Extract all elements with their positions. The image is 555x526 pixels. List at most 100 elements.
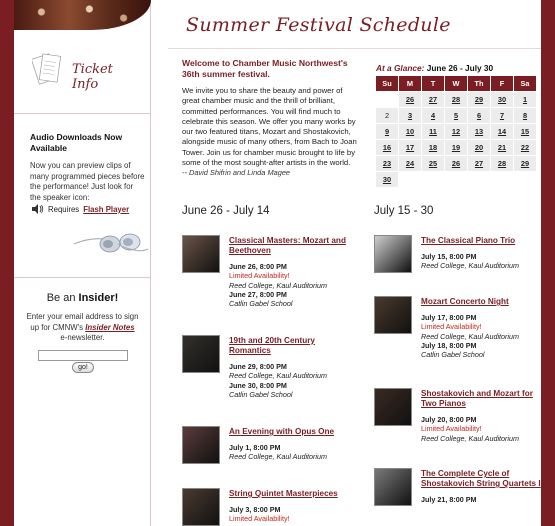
calendar-day-link[interactable]: 13: [468, 124, 490, 139]
event-title-link[interactable]: The Classical Piano Trio: [421, 236, 541, 246]
calendar-empty-cell: [514, 172, 536, 187]
calendar-day-link[interactable]: 30: [376, 172, 398, 187]
event-venue: Catlin Gabel School: [229, 389, 293, 399]
calendar-day-link[interactable]: 12: [445, 124, 467, 139]
event-date: July 15, 8:00 PM: [421, 252, 477, 261]
calendar-day-link[interactable]: 11: [422, 124, 444, 139]
calendar-day-header: Th: [468, 76, 490, 91]
calendar-day-link[interactable]: 16: [376, 140, 398, 155]
calendar-empty-cell: [491, 172, 513, 187]
ticket-info-label: Ticket Info: [72, 62, 113, 92]
insider-signup: Be an Insider! Enter your email address …: [14, 292, 151, 344]
event-thumbnail[interactable]: [374, 235, 412, 273]
event-item: Classical Masters: Mozart and Beethoven J…: [182, 235, 357, 308]
calendar-day-link[interactable]: 17: [399, 140, 421, 155]
event-title-link[interactable]: The Complete Cycle of Shostakovich Strin…: [421, 469, 541, 489]
insider-text-end: e-newsletter.: [60, 333, 105, 342]
calendar-day-link[interactable]: 3: [399, 108, 421, 123]
calendar-day-link[interactable]: 30: [491, 92, 513, 107]
event-date: June 27, 8:00 PM: [229, 289, 287, 299]
calendar-day-link[interactable]: 18: [422, 140, 444, 155]
event-thumbnail[interactable]: [374, 388, 412, 426]
event-title-link[interactable]: 19th and 20th Century Romantics: [229, 336, 355, 356]
event-item: An Evening with Opus One July 1, 8:00 PM R…: [182, 426, 357, 484]
event-thumbnail[interactable]: [182, 488, 220, 526]
event-thumbnail[interactable]: [182, 235, 220, 273]
event-title-link[interactable]: String Quintet Masterpieces: [229, 489, 355, 499]
calendar-day-link[interactable]: 27: [422, 92, 444, 107]
event-date: June 29, 8:00 PM: [229, 362, 287, 371]
calendar-day-link[interactable]: 8: [514, 108, 536, 123]
calendar-day-link[interactable]: 26: [445, 156, 467, 171]
event-thumbnail[interactable]: [374, 296, 412, 334]
audio-downloads-title: Audio Downloads Now Available: [30, 132, 123, 153]
event-venue: Reed College, Kaul Auditorium: [229, 371, 328, 381]
calendar-day-link[interactable]: 23: [376, 156, 398, 171]
event-date: June 30, 8:00 PM: [229, 380, 287, 390]
event-venue: Reed College, Kaul Auditorium: [421, 433, 520, 443]
title-divider: [168, 48, 541, 49]
email-input[interactable]: [38, 350, 128, 361]
ticket-info-link[interactable]: Ticket Info: [32, 50, 142, 94]
calendar-day-link[interactable]: 7: [491, 108, 513, 123]
calendar-day-link[interactable]: 9: [376, 124, 398, 139]
calendar-empty-cell: [422, 172, 444, 187]
calendar-day-header: W: [445, 76, 467, 91]
calendar-day-link[interactable]: 28: [445, 92, 467, 107]
calendar-day-link[interactable]: 25: [422, 156, 444, 171]
event-thumbnail[interactable]: [374, 468, 412, 506]
speaker-icon: [32, 204, 44, 214]
event-venue: Catlin Gabel School: [421, 350, 485, 360]
calendar-day: 2: [376, 108, 398, 123]
intro-text: We invite you to share the beauty and po…: [182, 86, 357, 168]
event-title-link[interactable]: Shostakovich and Mozart for Two Pianos: [421, 389, 541, 409]
header-photo: [14, 0, 151, 30]
calendar-day-link[interactable]: 26: [399, 92, 421, 107]
calendar-day-link[interactable]: 15: [514, 124, 536, 139]
event-title-link[interactable]: Mozart Concerto Night: [421, 297, 541, 307]
signature: -- David Shifrin and Linda Magee: [182, 168, 291, 177]
headphones-icon: [73, 233, 149, 253]
event-venue: Catlin Gabel School: [229, 299, 293, 309]
flash-requirement: Requires Flash Player: [32, 204, 147, 214]
calendar-day-link[interactable]: 28: [491, 156, 513, 171]
column-heading-june: June 26 - July 14: [182, 205, 270, 217]
go-button[interactable]: go!: [72, 362, 94, 373]
calendar-day-link[interactable]: 29: [514, 156, 536, 171]
calendar-day-link[interactable]: 21: [491, 140, 513, 155]
insider-notes-link[interactable]: Insider Notes: [85, 323, 134, 332]
requires-label: Requires: [48, 204, 80, 214]
event-item: String Quintet Masterpieces July 3, 8:00 …: [182, 488, 357, 526]
calendar-day-link[interactable]: 10: [399, 124, 421, 139]
insider-bold: Insider!: [78, 292, 119, 304]
event-item: The Classical Piano Trio July 15, 8:00 PM…: [374, 235, 541, 293]
calendar-day-header: Su: [376, 76, 398, 91]
calendar-day-link[interactable]: 27: [468, 156, 490, 171]
event-venue: Reed College, Kaul Auditorium: [421, 261, 520, 271]
ticket-icon: [32, 53, 62, 85]
sidebar-divider: [14, 277, 151, 278]
event-title-link[interactable]: Classical Masters: Mozart and Beethoven: [229, 236, 355, 256]
calendar-day-link[interactable]: 14: [491, 124, 513, 139]
calendar-day-link[interactable]: 5: [445, 108, 467, 123]
event-thumbnail[interactable]: [182, 426, 220, 464]
calendar-day-link[interactable]: 6: [468, 108, 490, 123]
glance-range: June 26 - July 30: [426, 63, 494, 73]
sidebar: Ticket Info Audio Downloads Now Availabl…: [14, 0, 151, 526]
calendar-empty-cell: [376, 92, 398, 107]
calendar-day-link[interactable]: 1: [514, 92, 536, 107]
availability-warning: Limited Availability!: [229, 514, 290, 524]
column-heading-july: July 15 - 30: [374, 205, 434, 217]
event-venue: Reed College, Kaul Auditorium: [229, 280, 328, 290]
event-item: The Complete Cycle of Shostakovich Strin…: [374, 468, 541, 526]
glance-label: At a Glance:: [376, 63, 425, 73]
calendar-day-link[interactable]: 29: [468, 92, 490, 107]
calendar-day-link[interactable]: 20: [468, 140, 490, 155]
calendar-day-link[interactable]: 22: [514, 140, 536, 155]
flash-player-link[interactable]: Flash Player: [83, 205, 129, 214]
calendar-day-link[interactable]: 24: [399, 156, 421, 171]
event-thumbnail[interactable]: [182, 335, 220, 373]
calendar-day-link[interactable]: 4: [422, 108, 444, 123]
calendar-day-link[interactable]: 19: [445, 140, 467, 155]
event-title-link[interactable]: An Evening with Opus One: [229, 427, 355, 437]
